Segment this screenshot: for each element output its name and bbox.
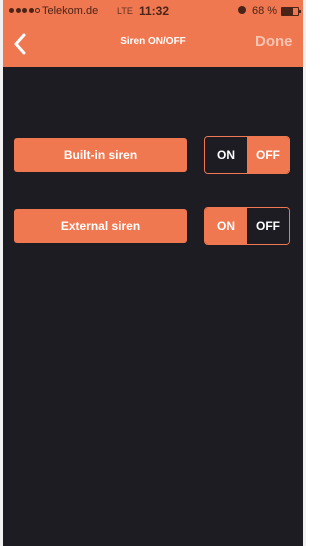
battery-percentage: 68 %	[252, 5, 278, 17]
nav-bar: Siren ON/OFF Done	[3, 22, 303, 67]
network-type: LTE	[117, 6, 133, 16]
built-in-siren-on-option[interactable]: ON	[205, 137, 247, 173]
external-siren-toggle[interactable]: ON OFF	[204, 207, 290, 245]
chevron-left-icon	[14, 33, 26, 55]
signal-strength-icon	[9, 8, 40, 13]
built-in-siren-off-option[interactable]: OFF	[247, 137, 289, 173]
status-time: 11:32	[139, 4, 170, 18]
external-siren-on-option[interactable]: ON	[205, 208, 247, 244]
page-title: Siren ON/OFF	[120, 36, 186, 47]
setting-row-external-siren: External siren ON OFF	[3, 207, 303, 247]
header: Telekom.de LTE 11:32 68 % Siren ON/OFF D…	[3, 0, 303, 67]
phone-frame: Telekom.de LTE 11:32 68 % Siren ON/OFF D…	[0, 0, 306, 546]
done-button[interactable]: Done	[255, 33, 293, 50]
external-siren-label[interactable]: External siren	[14, 209, 187, 243]
battery-icon	[281, 7, 301, 16]
carrier-name: Telekom.de	[42, 5, 99, 17]
status-bar: Telekom.de LTE 11:32 68 %	[3, 0, 303, 22]
setting-row-built-in-siren: Built-in siren ON OFF	[3, 136, 303, 176]
external-siren-off-option[interactable]: OFF	[247, 208, 289, 244]
alarm-icon	[238, 6, 246, 14]
built-in-siren-label[interactable]: Built-in siren	[14, 138, 187, 172]
back-button[interactable]	[7, 29, 33, 59]
built-in-siren-toggle[interactable]: ON OFF	[204, 136, 290, 174]
app-screen: Telekom.de LTE 11:32 68 % Siren ON/OFF D…	[3, 0, 303, 546]
